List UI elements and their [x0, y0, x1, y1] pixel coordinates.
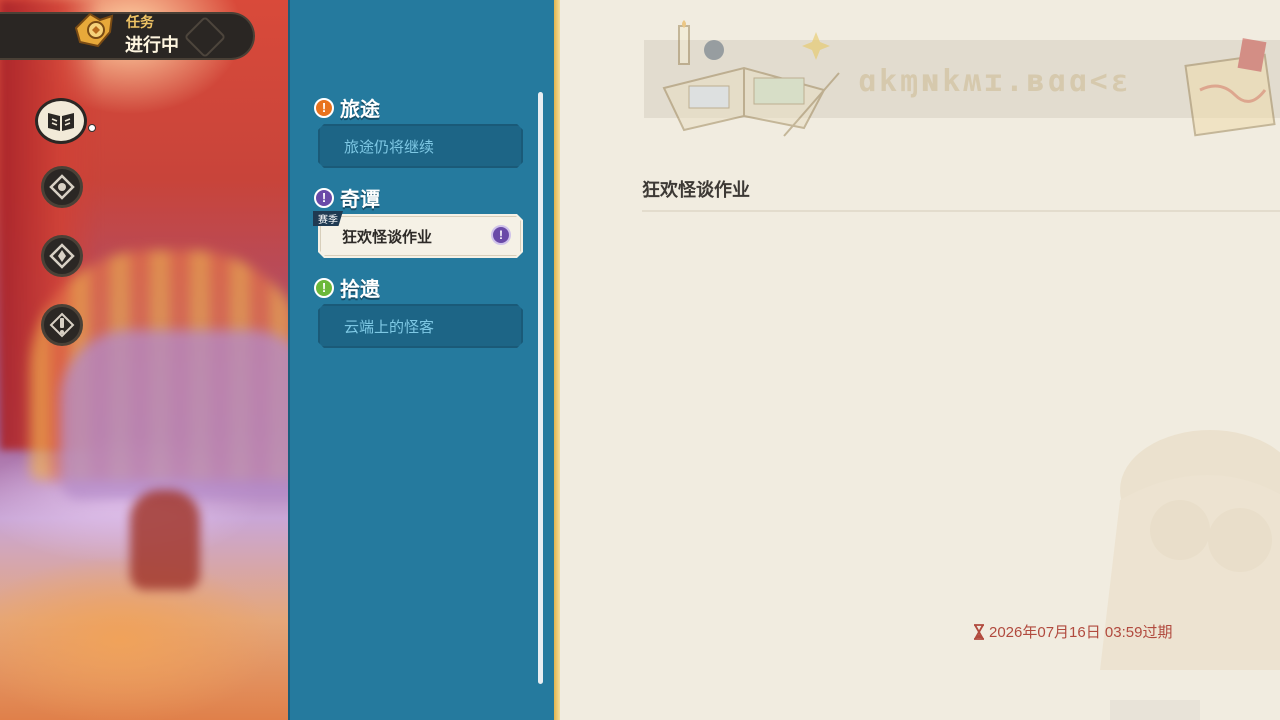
category-tab-4[interactable] — [41, 304, 83, 346]
category-label: 拾遗 — [340, 279, 380, 301]
quest-exclamation-icon: ! — [491, 225, 511, 245]
quest-item-selected[interactable]: 狂欢怪谈作业 ! — [318, 214, 523, 258]
background-figure — [130, 490, 200, 590]
header-status-label: 进行中 — [125, 35, 179, 55]
category-legend: ! 奇谭 — [314, 183, 380, 212]
header-small-label: 任务 — [126, 14, 154, 30]
category-tab-2[interactable] — [41, 166, 83, 208]
banner-rune-text: ɑkɱɴkʍɪ.ʙɑɑ<ɛ — [858, 64, 1132, 99]
category-label: 奇谭 — [340, 189, 380, 211]
legend-exclamation-icon: ! — [314, 187, 334, 208]
compass-icon — [41, 166, 83, 208]
category-label: 旅途 — [340, 99, 380, 121]
expiry-timer: 2026年07月16日 03:59过期 — [973, 621, 1172, 642]
book-icon — [48, 113, 74, 131]
background-sofa — [60, 330, 288, 500]
gleanings-exclamation-icon: ! — [314, 277, 334, 298]
map-illustration — [1184, 38, 1276, 137]
quest-label: 旅途仍将继续 — [344, 138, 435, 156]
hourglass-icon — [974, 623, 984, 640]
season-tag: 赛季 — [313, 211, 343, 226]
quest-item[interactable]: 云端上的怪客 — [318, 304, 523, 348]
compass-icon — [41, 235, 83, 277]
journey-exclamation-icon: ! — [314, 97, 334, 118]
header-decoration — [183, 15, 227, 59]
quest-emblem-icon — [74, 12, 114, 48]
quest-detail-title: 狂欢怪谈作业 — [642, 180, 750, 200]
quest-book-tab[interactable] — [35, 98, 87, 144]
bottom-strip — [1110, 700, 1200, 720]
expiry-text: 2026年07月16日 03:59过期 — [989, 624, 1173, 641]
quest-item[interactable]: 旅途仍将继续 — [318, 124, 523, 168]
category-tab-3[interactable] — [41, 235, 83, 277]
notification-dot — [88, 124, 96, 132]
exclamation-icon — [41, 304, 83, 346]
title-divider — [642, 210, 1280, 212]
open-book-illustration — [662, 20, 840, 137]
category-gleanings: ! 拾遗 — [314, 273, 380, 302]
category-journey: ! 旅途 — [314, 93, 380, 122]
quest-label: 狂欢怪谈作业 — [342, 228, 433, 246]
quest-list-scrollbar[interactable] — [538, 92, 543, 684]
quest-label: 云端上的怪客 — [344, 318, 435, 336]
